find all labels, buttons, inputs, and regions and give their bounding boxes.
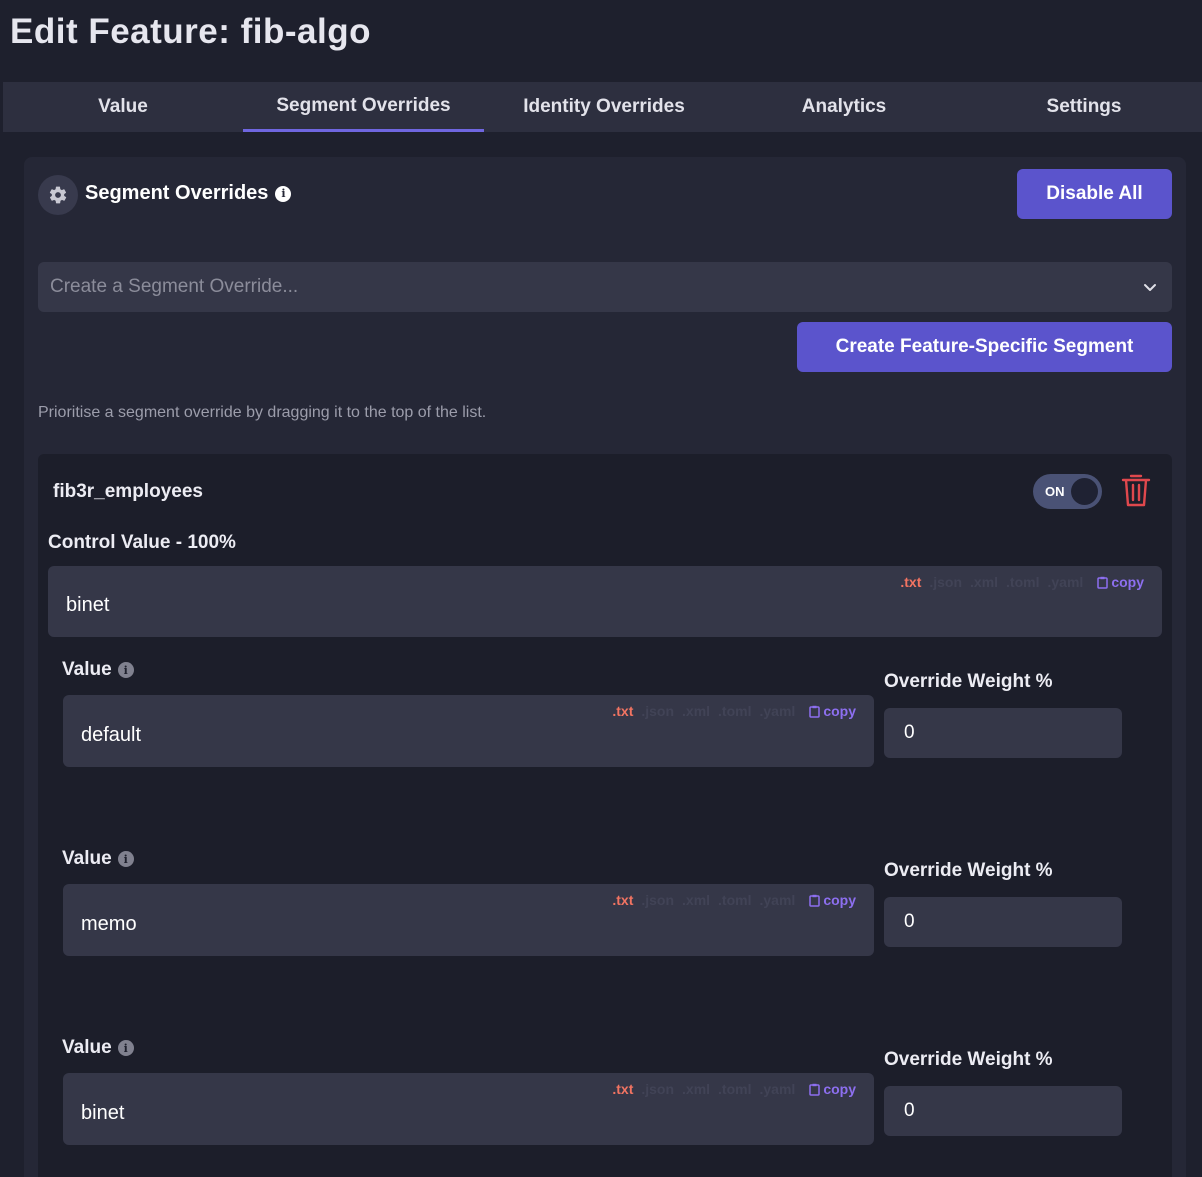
info-icon[interactable]: i — [117, 1040, 134, 1056]
override-weight-label: Override Weight % — [884, 671, 1053, 692]
clipboard-icon — [809, 1083, 821, 1096]
clipboard-icon — [809, 894, 821, 907]
control-value-editor[interactable]: .txt .json .xml .toml .yaml copy binet — [48, 566, 1162, 637]
header-divider — [0, 68, 1202, 82]
copy-button[interactable]: copy — [809, 703, 856, 719]
segment-override-select[interactable]: Create a Segment Override... — [38, 262, 1172, 312]
format-yaml[interactable]: .yaml — [1048, 574, 1084, 590]
format-selector: .txt .json .xml .toml .yaml copy — [612, 703, 856, 719]
copy-button[interactable]: copy — [1097, 574, 1144, 590]
variation-value-label: Value i — [62, 1037, 134, 1059]
variation-value-editor[interactable]: .txt .json .xml .toml .yaml copy memo — [63, 884, 874, 956]
copy-label: copy — [823, 703, 856, 719]
disable-all-button[interactable]: Disable All — [1017, 169, 1172, 219]
copy-button[interactable]: copy — [809, 892, 856, 908]
variation-value-text: memo — [81, 913, 137, 935]
format-selector: .txt .json .xml .toml .yaml copy — [612, 892, 856, 908]
format-json[interactable]: .json — [929, 574, 962, 590]
toggle-label: ON — [1045, 484, 1065, 499]
create-feature-specific-segment-button[interactable]: Create Feature-Specific Segment — [797, 322, 1172, 372]
variation-value-text: default — [81, 724, 142, 746]
format-xml[interactable]: .xml — [970, 574, 998, 590]
variation-value-text: binet — [81, 1102, 125, 1124]
format-yaml[interactable]: .yaml — [760, 1081, 796, 1097]
variation-value-label-text: Value — [62, 848, 112, 869]
toggle-knob — [1071, 478, 1098, 505]
format-toml[interactable]: .toml — [718, 703, 751, 719]
trash-icon[interactable] — [1120, 473, 1152, 514]
variation-value-label-text: Value — [62, 1037, 112, 1058]
format-json[interactable]: .json — [641, 703, 674, 719]
info-icon[interactable]: i — [117, 851, 134, 867]
format-xml[interactable]: .xml — [682, 892, 710, 908]
tab-bar: Value Segment Overrides Identity Overrid… — [3, 82, 1202, 132]
format-yaml[interactable]: .yaml — [760, 892, 796, 908]
format-selector: .txt .json .xml .toml .yaml copy — [900, 574, 1144, 590]
tab-segment-overrides[interactable]: Segment Overrides — [243, 82, 484, 132]
page-title: Edit Feature: fib-algo — [10, 12, 371, 51]
variation-value-label-text: Value — [62, 659, 112, 680]
format-selector: .txt .json .xml .toml .yaml copy — [612, 1081, 856, 1097]
format-txt[interactable]: .txt — [612, 703, 633, 719]
priority-hint: Prioritise a segment override by draggin… — [38, 404, 487, 421]
format-txt[interactable]: .txt — [612, 1081, 633, 1097]
select-placeholder: Create a Segment Override... — [50, 276, 299, 297]
segment-override-card[interactable]: fib3r_employees ON Control Value - 100% … — [38, 454, 1172, 1177]
format-txt[interactable]: .txt — [612, 892, 633, 908]
format-toml[interactable]: .toml — [718, 892, 751, 908]
override-weight-label: Override Weight % — [884, 1049, 1053, 1070]
format-json[interactable]: .json — [641, 892, 674, 908]
info-icon[interactable]: i — [117, 662, 134, 678]
gear-icon — [38, 175, 78, 215]
segment-overrides-panel: Segment Overrides i Disable All Create a… — [24, 157, 1186, 1177]
format-txt[interactable]: .txt — [900, 574, 921, 590]
variation-value-editor[interactable]: .txt .json .xml .toml .yaml copy default — [63, 695, 874, 767]
variation-value-editor[interactable]: .txt .json .xml .toml .yaml copy binet — [63, 1073, 874, 1145]
tab-settings[interactable]: Settings — [964, 82, 1202, 132]
format-yaml[interactable]: .yaml — [760, 703, 796, 719]
override-weight-input[interactable] — [884, 1086, 1122, 1136]
info-icon[interactable]: i — [275, 185, 292, 202]
copy-button[interactable]: copy — [809, 1081, 856, 1097]
control-value-text: binet — [66, 594, 110, 616]
segment-enabled-toggle[interactable]: ON — [1033, 474, 1102, 509]
variation-value-label: Value i — [62, 659, 134, 681]
format-xml[interactable]: .xml — [682, 703, 710, 719]
copy-label: copy — [823, 892, 856, 908]
copy-label: copy — [1111, 574, 1144, 590]
format-xml[interactable]: .xml — [682, 1081, 710, 1097]
override-weight-input[interactable] — [884, 897, 1122, 947]
panel-title-text: Segment Overrides — [85, 182, 269, 204]
clipboard-icon — [809, 705, 821, 718]
format-toml[interactable]: .toml — [1006, 574, 1039, 590]
tab-value[interactable]: Value — [3, 82, 243, 132]
tab-analytics[interactable]: Analytics — [724, 82, 964, 132]
panel-title: Segment Overrides i — [85, 182, 292, 205]
copy-label: copy — [823, 1081, 856, 1097]
tab-identity-overrides[interactable]: Identity Overrides — [484, 82, 724, 132]
segment-name: fib3r_employees — [53, 481, 203, 502]
override-weight-input[interactable] — [884, 708, 1122, 758]
override-weight-label: Override Weight % — [884, 860, 1053, 881]
chevron-down-icon — [1142, 279, 1158, 301]
control-value-label: Control Value - 100% — [48, 532, 236, 553]
clipboard-icon — [1097, 576, 1109, 589]
format-json[interactable]: .json — [641, 1081, 674, 1097]
variation-value-label: Value i — [62, 848, 134, 870]
format-toml[interactable]: .toml — [718, 1081, 751, 1097]
